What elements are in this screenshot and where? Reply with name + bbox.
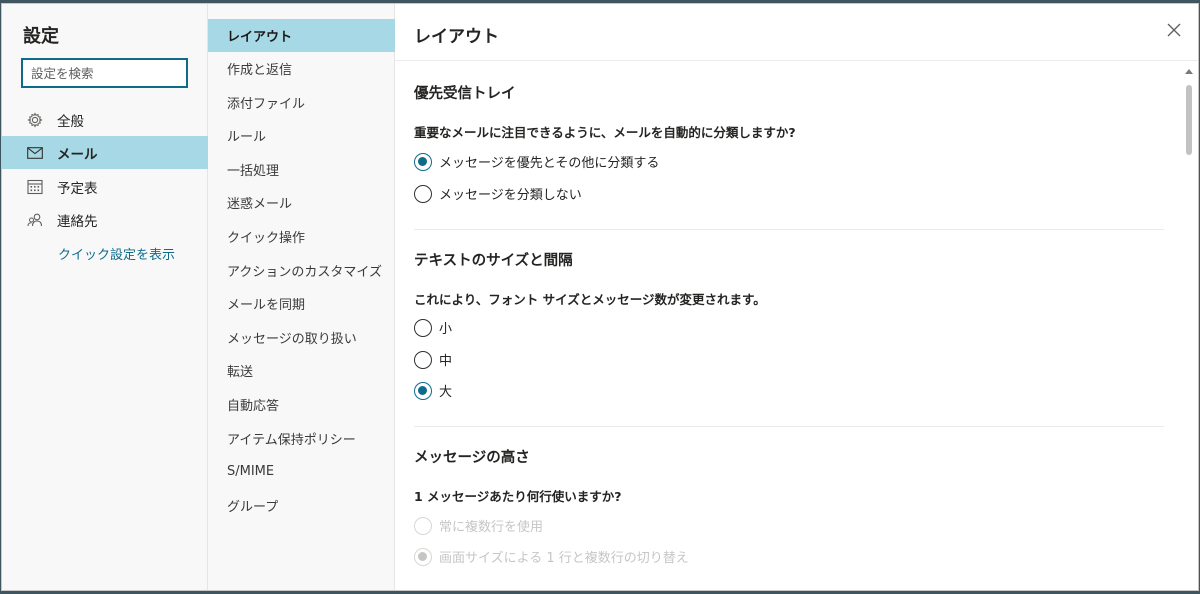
subnav-customize-actions[interactable]: アクションのカスタマイズ bbox=[208, 254, 395, 287]
subnav-junk-email[interactable]: 迷惑メール bbox=[208, 186, 395, 219]
option-label: メッセージを分類しない bbox=[439, 188, 582, 203]
category-label: 全般 bbox=[57, 113, 84, 130]
category-label: メール bbox=[57, 146, 98, 163]
subnav-retention-policies[interactable]: アイテム保持ポリシー bbox=[208, 422, 395, 455]
message-height-option-multiline[interactable]: 常に複数行を使用 bbox=[414, 516, 543, 535]
section-divider bbox=[414, 229, 1164, 230]
text-size-question: これにより、フォント サイズとメッセージ数が変更されます。 bbox=[414, 292, 766, 307]
option-label: 小 bbox=[439, 322, 453, 337]
message-height-heading: メッセージの高さ bbox=[414, 450, 530, 466]
text-size-option-small[interactable]: 小 bbox=[414, 318, 452, 337]
layout-settings-pane: レイアウト 優先受信トレイ 重要なメールに注目できるように、メールを自動的に分類… bbox=[395, 4, 1198, 590]
mail-icon bbox=[26, 144, 44, 162]
text-size-option-large[interactable]: 大 bbox=[414, 381, 452, 400]
radio-button-checked[interactable] bbox=[414, 381, 432, 400]
gear-icon bbox=[26, 111, 44, 129]
radio-button[interactable] bbox=[414, 318, 432, 337]
scrollbar-thumb[interactable] bbox=[1186, 85, 1192, 155]
subnav-attachments[interactable]: 添付ファイル bbox=[208, 86, 395, 119]
category-label: 連絡先 bbox=[57, 213, 98, 230]
subnav-quick-actions[interactable]: クイック操作 bbox=[208, 220, 395, 253]
focused-inbox-option-sort[interactable]: メッセージを優先とその他に分類する bbox=[414, 152, 659, 171]
category-contacts[interactable]: 連絡先 bbox=[2, 203, 208, 236]
subnav-rules[interactable]: ルール bbox=[208, 119, 395, 152]
option-label: メッセージを優先とその他に分類する bbox=[439, 156, 660, 171]
content-scrollbar[interactable] bbox=[1180, 61, 1198, 590]
message-height-option-auto[interactable]: 画面サイズによる 1 行と複数行の切り替え bbox=[414, 547, 689, 566]
focused-inbox-option-dont-sort[interactable]: メッセージを分類しない bbox=[414, 184, 582, 203]
subnav-automatic-replies[interactable]: 自動応答 bbox=[208, 388, 395, 421]
focused-inbox-heading: 優先受信トレイ bbox=[414, 86, 516, 102]
subnav-groups[interactable]: グループ bbox=[208, 489, 395, 522]
calendar-icon bbox=[26, 178, 44, 196]
radio-button-checked[interactable] bbox=[414, 152, 432, 171]
radio-button-checked-disabled[interactable] bbox=[414, 547, 432, 566]
people-icon bbox=[26, 211, 44, 229]
close-button[interactable] bbox=[1164, 20, 1184, 40]
message-height-question: 1 メッセージあたり何行使いますか? bbox=[414, 489, 622, 504]
settings-category-panel: 設定 全般 メール 予定表 連絡先 クイック設定を表示 bbox=[2, 4, 208, 590]
subnav-layout[interactable]: レイアウト bbox=[208, 19, 395, 52]
radio-button[interactable] bbox=[414, 184, 432, 203]
subnav-sync-email[interactable]: メールを同期 bbox=[208, 287, 395, 320]
category-mail[interactable]: メール bbox=[2, 136, 208, 169]
category-calendar[interactable]: 予定表 bbox=[2, 170, 208, 203]
quick-settings-link[interactable]: クイック設定を表示 bbox=[58, 244, 175, 263]
close-icon bbox=[1167, 23, 1181, 37]
subnav-message-handling[interactable]: メッセージの取り扱い bbox=[208, 321, 395, 354]
category-general[interactable]: 全般 bbox=[2, 103, 208, 136]
option-label: 中 bbox=[439, 354, 453, 369]
subnav-compose-reply[interactable]: 作成と返信 bbox=[208, 52, 395, 85]
settings-search-input[interactable] bbox=[21, 58, 188, 88]
text-size-heading: テキストのサイズと間隔 bbox=[414, 253, 573, 269]
option-label: 画面サイズによる 1 行と複数行の切り替え bbox=[439, 551, 689, 566]
focused-inbox-question: 重要なメールに注目できるように、メールを自動的に分類しますか? bbox=[414, 125, 796, 140]
option-label: 常に複数行を使用 bbox=[439, 520, 544, 535]
subnav-sweep[interactable]: 一括処理 bbox=[208, 153, 395, 186]
text-size-option-medium[interactable]: 中 bbox=[414, 350, 452, 369]
radio-button-disabled[interactable] bbox=[414, 516, 432, 535]
mail-subnav-panel: レイアウト 作成と返信 添付ファイル ルール 一括処理 迷惑メール クイック操作… bbox=[208, 4, 395, 590]
radio-button[interactable] bbox=[414, 350, 432, 369]
settings-dialog: 設定 全般 メール 予定表 連絡先 クイック設定を表示 bbox=[1, 3, 1199, 591]
scroll-up-arrow-icon[interactable] bbox=[1185, 69, 1193, 74]
category-label: 予定表 bbox=[57, 180, 98, 197]
header-divider bbox=[395, 60, 1198, 61]
option-label: 大 bbox=[439, 385, 453, 400]
subnav-smime[interactable]: S/MIME bbox=[208, 455, 395, 488]
section-divider bbox=[414, 426, 1164, 427]
subnav-forwarding[interactable]: 転送 bbox=[208, 354, 395, 387]
settings-title: 設定 bbox=[23, 26, 59, 47]
pane-title: レイアウト bbox=[414, 27, 499, 47]
